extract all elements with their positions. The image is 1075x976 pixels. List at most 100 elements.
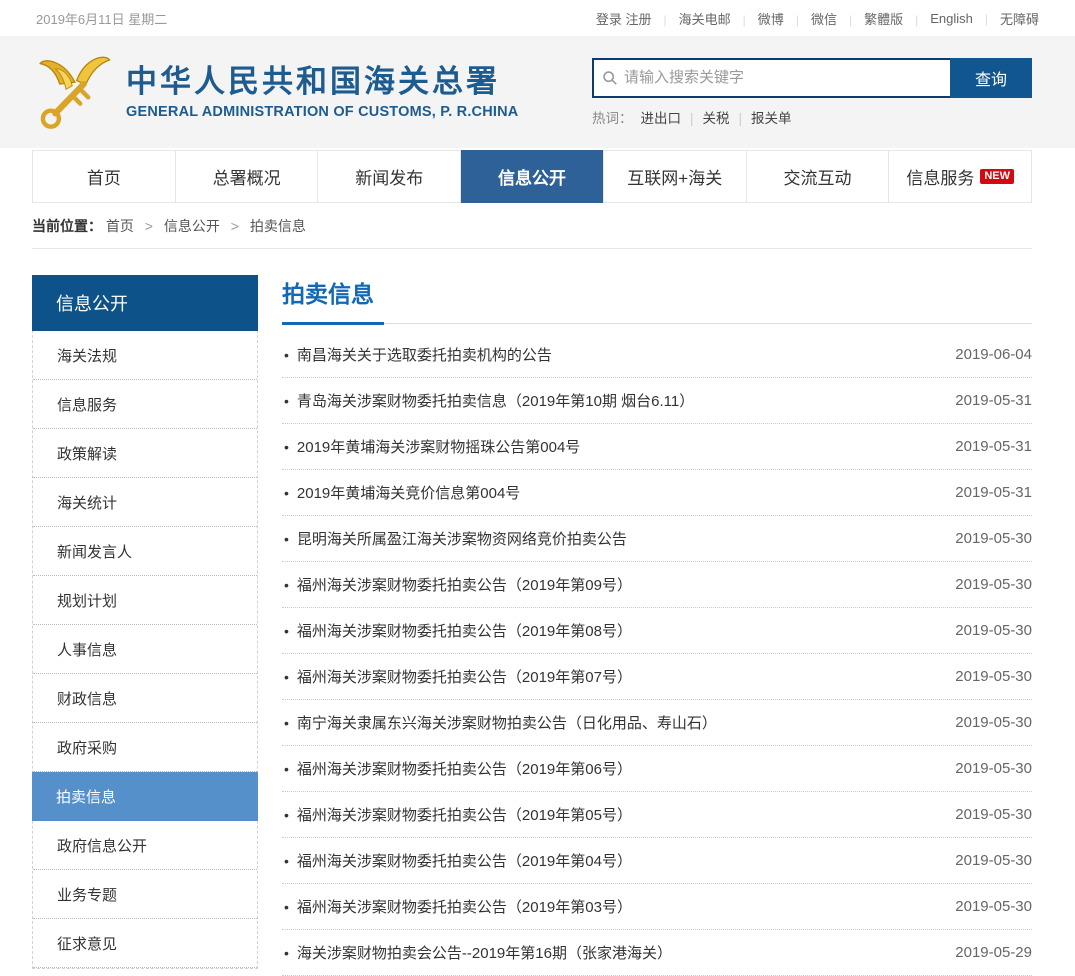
sidebar-item-label: 新闻发言人 bbox=[57, 544, 132, 561]
nav-item[interactable]: 首页 bbox=[33, 151, 176, 202]
nav-item[interactable]: 信息公开 bbox=[461, 150, 604, 203]
sidebar-title: 信息公开 bbox=[32, 275, 258, 331]
topbar-link[interactable]: 微信 bbox=[811, 9, 864, 28]
sidebar-item[interactable]: 政府信息公开 bbox=[33, 821, 257, 870]
hotword-links: 进出口关税报关单 bbox=[641, 107, 792, 127]
topbar-link[interactable]: English bbox=[930, 11, 1000, 26]
list-item: 南宁海关隶属东兴海关涉案财物拍卖公告（日化用品、寿山石） 2019-05-30 bbox=[282, 700, 1032, 746]
list-item-date: 2019-05-30 bbox=[943, 622, 1032, 639]
sidebar-item-label: 政府信息公开 bbox=[57, 838, 147, 855]
new-badge: NEW bbox=[980, 169, 1014, 184]
breadcrumb-link[interactable]: 信息公开 bbox=[164, 218, 220, 234]
list-item: 福州海关涉案财物委托拍卖公告（2019年第09号） 2019-05-30 bbox=[282, 562, 1032, 608]
breadcrumb-separator: > bbox=[145, 218, 153, 234]
site-logo[interactable]: 中华人民共和国海关总署 GENERAL ADMINISTRATION OF CU… bbox=[34, 50, 518, 134]
sidebar-item[interactable]: 政府采购 bbox=[33, 723, 257, 772]
hotword-link[interactable]: 进出口 bbox=[641, 111, 703, 126]
sidebar-item[interactable]: 业务专题 bbox=[33, 870, 257, 919]
list-item-link[interactable]: 福州海关涉案财物委托拍卖公告（2019年第04号） bbox=[297, 850, 632, 871]
breadcrumb-trail: 首页 > 信息公开 > 拍卖信息 bbox=[106, 218, 306, 234]
sidebar-item[interactable]: 新闻发言人 bbox=[33, 527, 257, 576]
topbar-link[interactable]: 海关电邮 bbox=[679, 9, 758, 28]
list-item-link[interactable]: 福州海关涉案财物委托拍卖公告（2019年第07号） bbox=[297, 666, 632, 687]
list-item-date: 2019-05-30 bbox=[943, 530, 1032, 547]
nav-item-label: 互联网+海关 bbox=[627, 164, 722, 189]
current-date: 2019年6月11日 星期二 bbox=[36, 9, 167, 28]
site-title-cn: 中华人民共和国海关总署 bbox=[126, 64, 518, 100]
search-input[interactable] bbox=[624, 69, 942, 86]
list-item-link[interactable]: 南昌海关关于选取委托拍卖机构的公告 bbox=[297, 344, 552, 365]
list-item-link[interactable]: 青岛海关涉案财物委托拍卖信息（2019年第10期 烟台6.11） bbox=[297, 390, 694, 411]
search-icon bbox=[602, 70, 618, 86]
topbar-link[interactable]: 无障碍 bbox=[1000, 9, 1039, 28]
list-item-date: 2019-06-04 bbox=[943, 346, 1032, 363]
topbar-link[interactable]: 繁體版 bbox=[864, 9, 930, 28]
list-item: 福州海关涉案财物委托拍卖公告（2019年第06号） 2019-05-30 bbox=[282, 746, 1032, 792]
list-item-date: 2019-05-30 bbox=[943, 806, 1032, 823]
topbar-link[interactable]: 登录 注册 bbox=[596, 9, 679, 28]
nav-item[interactable]: 互联网+海关 bbox=[604, 151, 747, 202]
list-item-link[interactable]: 南宁海关隶属东兴海关涉案财物拍卖公告（日化用品、寿山石） bbox=[297, 712, 717, 733]
sidebar-item-label: 信息服务 bbox=[57, 397, 117, 414]
sidebar-item[interactable]: 财政信息 bbox=[33, 674, 257, 723]
list-item-link[interactable]: 2019年黄埔海关涉案财物摇珠公告第004号 bbox=[297, 436, 580, 457]
list-item-link[interactable]: 福州海关涉案财物委托拍卖公告（2019年第06号） bbox=[297, 758, 632, 779]
sidebar-item[interactable]: 规划计划 bbox=[33, 576, 257, 625]
auction-list: 南昌海关关于选取委托拍卖机构的公告 2019-06-04 青岛海关涉案财物委托拍… bbox=[282, 332, 1032, 976]
site-title-en: GENERAL ADMINISTRATION OF CUSTOMS, P. R.… bbox=[126, 104, 518, 120]
sidebar-item-label: 人事信息 bbox=[57, 642, 117, 659]
breadcrumb-item: 拍卖信息 bbox=[250, 218, 306, 234]
breadcrumb-item: 信息公开 > bbox=[164, 218, 250, 234]
breadcrumb-label: 当前位置： bbox=[32, 218, 102, 234]
nav-item[interactable]: 信息服务 NEW bbox=[889, 151, 1031, 202]
list-item: 福州海关涉案财物委托拍卖公告（2019年第05号） 2019-05-30 bbox=[282, 792, 1032, 838]
nav-item-label: 总署概况 bbox=[213, 164, 281, 189]
hotword-link[interactable]: 报关单 bbox=[751, 111, 792, 126]
list-item-link[interactable]: 海关涉案财物拍卖会公告--2019年第16期（张家港海关） bbox=[297, 942, 672, 963]
hotwords-label: 热词： bbox=[592, 107, 633, 127]
topbar: 2019年6月11日 星期二 登录 注册海关电邮微博微信繁體版English无障… bbox=[0, 0, 1075, 36]
breadcrumb-link[interactable]: 首页 bbox=[106, 218, 134, 234]
sidebar-item[interactable]: 信息服务 bbox=[33, 380, 257, 429]
breadcrumb-link[interactable]: 拍卖信息 bbox=[250, 218, 306, 234]
sidebar-item-label: 政府采购 bbox=[57, 740, 117, 757]
sidebar-item[interactable]: 拍卖信息 bbox=[32, 772, 258, 821]
search-button[interactable]: 查询 bbox=[950, 58, 1032, 98]
breadcrumb-item: 首页 > bbox=[106, 218, 164, 234]
list-item-link[interactable]: 昆明海关所属盈江海关涉案物资网络竞价拍卖公告 bbox=[297, 528, 627, 549]
list-item: 青岛海关涉案财物委托拍卖信息（2019年第10期 烟台6.11） 2019-05… bbox=[282, 378, 1032, 424]
page: 2019年6月11日 星期二 登录 注册海关电邮微博微信繁體版English无障… bbox=[0, 0, 1075, 976]
list-item-date: 2019-05-30 bbox=[943, 576, 1032, 593]
nav-item[interactable]: 新闻发布 bbox=[318, 151, 461, 202]
topbar-link[interactable]: 微博 bbox=[758, 9, 811, 28]
list-item-date: 2019-05-31 bbox=[943, 392, 1032, 409]
nav-item[interactable]: 总署概况 bbox=[176, 151, 319, 202]
sidebar-item[interactable]: 海关法规 bbox=[33, 331, 257, 380]
list-item-date: 2019-05-30 bbox=[943, 760, 1032, 777]
list-item-link[interactable]: 福州海关涉案财物委托拍卖公告（2019年第08号） bbox=[297, 620, 632, 641]
list-item-link[interactable]: 2019年黄埔海关竞价信息第004号 bbox=[297, 482, 520, 503]
list-item-date: 2019-05-29 bbox=[943, 944, 1032, 961]
search-area: 查询 热词： 进出口关税报关单 bbox=[592, 58, 1032, 127]
sidebar-item[interactable]: 人事信息 bbox=[33, 625, 257, 674]
sidebar-item[interactable]: 征求意见 bbox=[33, 919, 257, 968]
sidebar-item-label: 征求意见 bbox=[57, 936, 117, 953]
list-item-date: 2019-05-31 bbox=[943, 484, 1032, 501]
brand-text: 中华人民共和国海关总署 GENERAL ADMINISTRATION OF CU… bbox=[126, 64, 518, 120]
list-item: 福州海关涉案财物委托拍卖公告（2019年第03号） 2019-05-30 bbox=[282, 884, 1032, 930]
nav-item[interactable]: 交流互动 bbox=[747, 151, 890, 202]
list-item: 福州海关涉案财物委托拍卖公告（2019年第04号） 2019-05-30 bbox=[282, 838, 1032, 884]
list-item-link[interactable]: 福州海关涉案财物委托拍卖公告（2019年第03号） bbox=[297, 896, 632, 917]
sidebar-item[interactable]: 海关统计 bbox=[33, 478, 257, 527]
list-item-link[interactable]: 福州海关涉案财物委托拍卖公告（2019年第09号） bbox=[297, 574, 632, 595]
main-content: 拍卖信息 南昌海关关于选取委托拍卖机构的公告 2019-06-04 青岛海关涉案… bbox=[282, 275, 1032, 976]
sidebar-item[interactable]: 政策解读 bbox=[33, 429, 257, 478]
page-title: 拍卖信息 bbox=[282, 275, 1032, 324]
hotword-link[interactable]: 关税 bbox=[703, 111, 752, 126]
main-nav: 首页 总署概况 新闻发布 信息公开 互联网+海关 交流互动 信息服务 NEW bbox=[32, 150, 1032, 203]
list-item: 福州海关涉案财物委托拍卖公告（2019年第07号） 2019-05-30 bbox=[282, 654, 1032, 700]
list-item: 昆明海关所属盈江海关涉案物资网络竞价拍卖公告 2019-05-30 bbox=[282, 516, 1032, 562]
list-item: 2019年黄埔海关竞价信息第004号 2019-05-31 bbox=[282, 470, 1032, 516]
list-item: 2019年黄埔海关涉案财物摇珠公告第004号 2019-05-31 bbox=[282, 424, 1032, 470]
list-item-link[interactable]: 福州海关涉案财物委托拍卖公告（2019年第05号） bbox=[297, 804, 632, 825]
